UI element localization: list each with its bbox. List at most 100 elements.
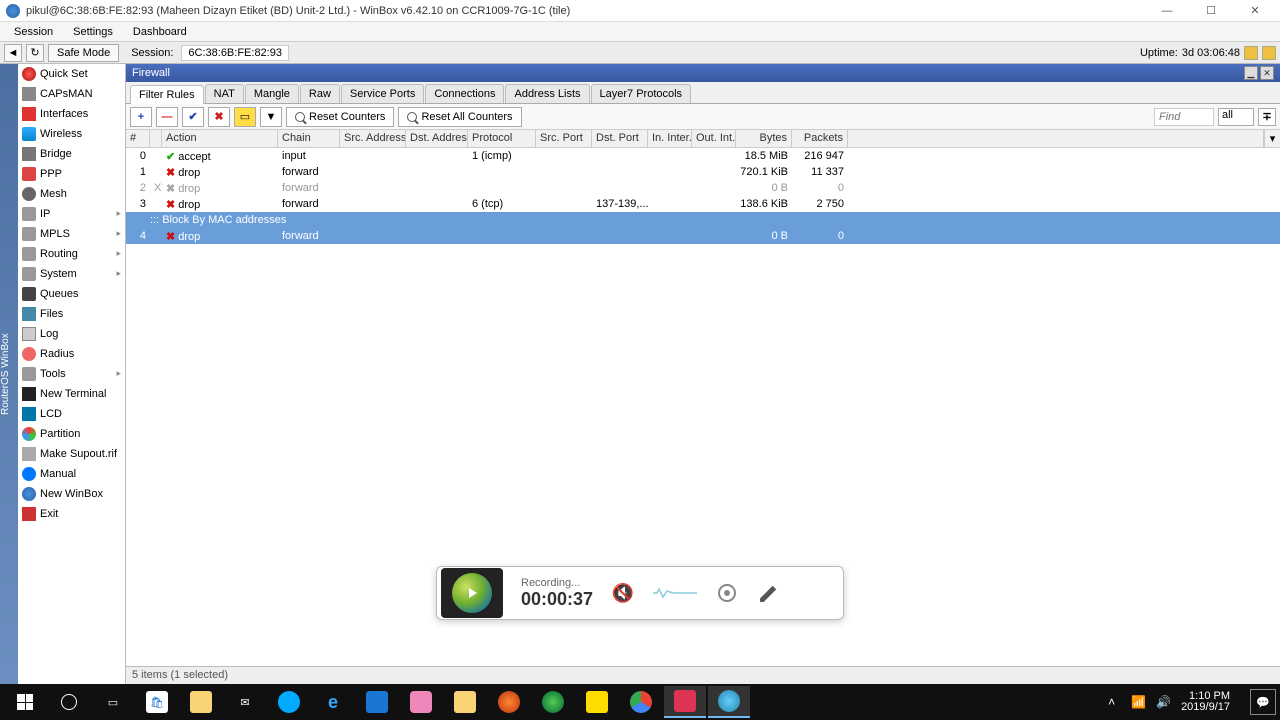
enable-button[interactable]: ✔ xyxy=(182,107,204,127)
taskbar-app-firefox[interactable] xyxy=(488,686,530,718)
tab-service-ports[interactable]: Service Ports xyxy=(341,84,424,103)
table-row[interactable]: 0✔ acceptinput1 (icmp)18.5 MiB216 947 xyxy=(126,148,1280,164)
taskbar-app-winbox[interactable] xyxy=(708,686,750,718)
column-header[interactable]: Dst. Address xyxy=(406,130,468,147)
menu-session[interactable]: Session xyxy=(4,24,63,40)
sidebar-item-queues[interactable]: Queues xyxy=(18,284,125,304)
tab-filter-rules[interactable]: Filter Rules xyxy=(130,85,204,104)
sidebar-item-make-supout-rif[interactable]: Make Supout.rif xyxy=(18,444,125,464)
taskbar-app-teamviewer[interactable] xyxy=(268,686,310,718)
taskbar-clock[interactable]: 1:10 PM 2019/9/17 xyxy=(1181,691,1236,713)
tray-expand-icon[interactable]: ˄ xyxy=(1108,695,1115,709)
sidebar-item-new-terminal[interactable]: New Terminal xyxy=(18,384,125,404)
column-menu-button[interactable]: ▾ xyxy=(1264,130,1280,147)
sidebar-item-radius[interactable]: Radius xyxy=(18,344,125,364)
filter-toggle-button[interactable]: ∓ xyxy=(1258,108,1276,126)
taskbar-app-explorer[interactable] xyxy=(180,686,222,718)
filter-button[interactable]: ▼ xyxy=(260,107,282,127)
sidebar-item-manual[interactable]: Manual xyxy=(18,464,125,484)
sidebar-item-capsman[interactable]: CAPsMAN xyxy=(18,84,125,104)
start-button[interactable] xyxy=(4,686,46,718)
column-header[interactable]: Dst. Port xyxy=(592,130,648,147)
tab-nat[interactable]: NAT xyxy=(205,84,244,103)
taskbar-app-generic2[interactable] xyxy=(532,686,574,718)
grid-body[interactable]: 0✔ acceptinput1 (icmp)18.5 MiB216 9471✖ … xyxy=(126,148,1280,244)
column-header[interactable]: Protocol xyxy=(468,130,536,147)
menu-settings[interactable]: Settings xyxy=(63,24,123,40)
close-button[interactable]: ✕ xyxy=(1240,2,1270,20)
tab-mangle[interactable]: Mangle xyxy=(245,84,299,103)
sidebar-item-routing[interactable]: Routing▸ xyxy=(18,244,125,264)
column-header[interactable]: In. Inter... xyxy=(648,130,692,147)
sidebar-item-mpls[interactable]: MPLS▸ xyxy=(18,224,125,244)
sidebar-item-tools[interactable]: Tools▸ xyxy=(18,364,125,384)
sidebar-item-partition[interactable]: Partition xyxy=(18,424,125,444)
subwindow-min-button[interactable]: ▁ xyxy=(1244,66,1258,80)
webcam-button[interactable] xyxy=(715,581,739,605)
column-header[interactable] xyxy=(150,130,162,147)
table-row[interactable]: 1✖ dropforward720.1 KiB11 337 xyxy=(126,164,1280,180)
maximize-button[interactable]: ☐ xyxy=(1196,2,1226,20)
taskbar-app-mail[interactable]: ✉ xyxy=(224,686,266,718)
redo-button[interactable]: ↻ xyxy=(26,44,44,62)
tray-network-icon[interactable]: 📶 xyxy=(1131,695,1146,709)
reset-all-counters-button[interactable]: Reset All Counters xyxy=(398,107,521,127)
sidebar-item-lcd[interactable]: LCD xyxy=(18,404,125,424)
taskbar-app-recorder[interactable] xyxy=(664,686,706,718)
table-row[interactable]: 4✖ dropforward0 B0 xyxy=(126,228,1280,244)
column-header[interactable]: Action xyxy=(162,130,278,147)
disable-button[interactable]: ✖ xyxy=(208,107,230,127)
taskbar-app-chrome[interactable] xyxy=(620,686,662,718)
tab-raw[interactable]: Raw xyxy=(300,84,340,103)
sidebar-item-interfaces[interactable]: Interfaces xyxy=(18,104,125,124)
column-header[interactable]: Packets xyxy=(792,130,848,147)
sidebar-item-new-winbox[interactable]: New WinBox xyxy=(18,484,125,504)
taskbar-app-folder[interactable] xyxy=(444,686,486,718)
taskbar-app-generic1[interactable] xyxy=(400,686,442,718)
taskbar-app-notes[interactable] xyxy=(576,686,618,718)
comment-button[interactable]: ▭ xyxy=(234,107,256,127)
column-header[interactable]: Bytes xyxy=(736,130,792,147)
sidebar-item-quick-set[interactable]: Quick Set xyxy=(18,64,125,84)
subwindow-titlebar[interactable]: Firewall ▁ ✕ xyxy=(126,64,1280,82)
column-header[interactable]: Src. Port xyxy=(536,130,592,147)
column-header[interactable]: # xyxy=(126,130,150,147)
taskbar-app-outlook[interactable] xyxy=(356,686,398,718)
chain-filter-select[interactable]: all xyxy=(1218,108,1254,126)
sidebar-item-ppp[interactable]: PPP xyxy=(18,164,125,184)
sidebar-item-system[interactable]: System▸ xyxy=(18,264,125,284)
tab-connections[interactable]: Connections xyxy=(425,84,504,103)
sidebar-item-files[interactable]: Files xyxy=(18,304,125,324)
tab-layer7-protocols[interactable]: Layer7 Protocols xyxy=(591,84,692,103)
cortana-button[interactable] xyxy=(48,686,90,718)
taskbar-app-store[interactable]: 🛍 xyxy=(136,686,178,718)
back-button[interactable]: ◄ xyxy=(4,44,22,62)
table-row[interactable]: 2X✖ dropforward0 B0 xyxy=(126,180,1280,196)
subwindow-close-button[interactable]: ✕ xyxy=(1260,66,1274,80)
mute-button[interactable]: 🔇 xyxy=(611,581,635,605)
sidebar-item-bridge[interactable]: Bridge xyxy=(18,144,125,164)
menu-dashboard[interactable]: Dashboard xyxy=(123,24,197,40)
comment-row[interactable]: ::: Block By MAC addresses xyxy=(126,212,1280,228)
sidebar-item-ip[interactable]: IP▸ xyxy=(18,204,125,224)
add-button[interactable]: + xyxy=(130,107,152,127)
table-row[interactable]: 3✖ dropforward6 (tcp)137-139,...138.6 Ki… xyxy=(126,196,1280,212)
action-center-button[interactable]: 💬 xyxy=(1250,689,1276,715)
tab-address-lists[interactable]: Address Lists xyxy=(505,84,589,103)
column-header[interactable]: Chain xyxy=(278,130,340,147)
remove-button[interactable]: — xyxy=(156,107,178,127)
column-header[interactable]: Src. Address xyxy=(340,130,406,147)
sidebar-item-exit[interactable]: Exit xyxy=(18,504,125,524)
screen-recorder-widget[interactable]: Recording... 00:00:37 🔇 xyxy=(436,566,844,620)
taskbar-app-edge[interactable]: e xyxy=(312,686,354,718)
minimize-button[interactable]: — xyxy=(1152,2,1182,20)
column-header[interactable]: Out. Int... xyxy=(692,130,736,147)
sidebar-item-wireless[interactable]: Wireless xyxy=(18,124,125,144)
find-input[interactable] xyxy=(1154,108,1214,126)
task-view-button[interactable]: ▭ xyxy=(92,686,134,718)
annotate-button[interactable] xyxy=(757,581,781,605)
tray-volume-icon[interactable]: 🔊 xyxy=(1156,695,1171,709)
sidebar-item-log[interactable]: Log xyxy=(18,324,125,344)
reset-counters-button[interactable]: Reset Counters xyxy=(286,107,394,127)
sidebar-item-mesh[interactable]: Mesh xyxy=(18,184,125,204)
